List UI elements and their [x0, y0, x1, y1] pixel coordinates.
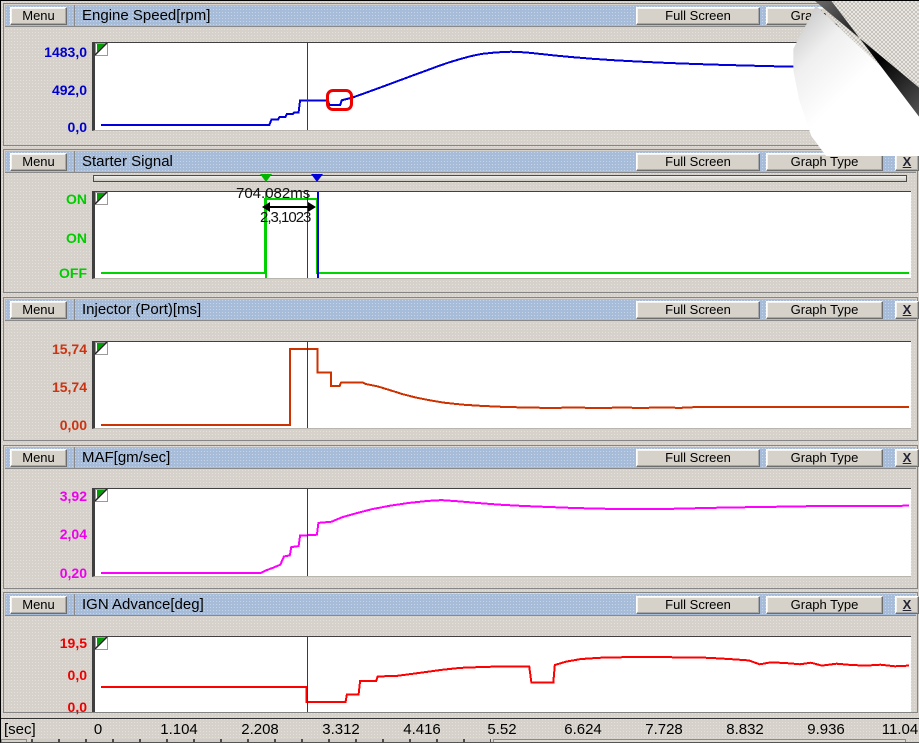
panel-title: IGN Advance[deg]: [82, 594, 204, 616]
time-cursor-line[interactable]: [307, 43, 308, 130]
panel-header: Menu Starter Signal Full Screen Graph Ty…: [5, 151, 916, 173]
graph-type-button[interactable]: Graph Type: [766, 301, 883, 319]
panel-ign-advance: Menu IGN Advance[deg] Full Screen Graph …: [3, 592, 918, 713]
engine-speed-plot-area[interactable]: [92, 42, 911, 131]
y-axis-label-max: 3,92: [8, 488, 87, 504]
time-tick: 0: [94, 721, 102, 738]
menu-button[interactable]: Menu: [10, 449, 67, 467]
y-axis-label-mid: 2,04: [8, 526, 87, 542]
time-tick: 7.728: [645, 721, 683, 738]
panel-title: Starter Signal: [82, 151, 173, 173]
full-screen-button[interactable]: Full Screen: [636, 7, 760, 25]
panel-title: Engine Speed[rpm]: [82, 5, 210, 27]
panel-header: Menu IGN Advance[deg] Full Screen Graph …: [5, 594, 916, 616]
marker-flag-icon: [95, 192, 108, 205]
time-tick: 4.416: [403, 721, 441, 738]
time-axis-unit: [sec]: [4, 721, 36, 738]
time-cursor-line[interactable]: [307, 637, 308, 712]
panel-injector: Menu Injector (Port)[ms] Full Screen Gra…: [3, 297, 918, 441]
header-divider: [74, 594, 75, 616]
scrollbar-ruler-ticks: [31, 739, 491, 743]
starter-signal-plot-area[interactable]: [92, 191, 911, 279]
y-axis-label-min: 0,20: [8, 565, 87, 581]
highlight-marker-box: [326, 89, 353, 111]
injector-plot-area[interactable]: [92, 341, 911, 429]
injector-trace: [95, 342, 909, 430]
range-scrollbar[interactable]: [93, 175, 907, 182]
close-button[interactable]: X: [895, 301, 919, 319]
panel-title: MAF[gm/sec]: [82, 447, 170, 469]
marker-flag-icon: [95, 637, 108, 650]
scrollbar-groove[interactable]: [493, 739, 906, 743]
y-axis-label-max: 15,74: [8, 341, 87, 357]
time-cursor-line[interactable]: [307, 489, 308, 576]
menu-button[interactable]: Menu: [10, 153, 67, 171]
y-axis-label-max: 19,5: [8, 635, 87, 651]
diagnostic-graph-window: Menu Engine Speed[rpm] Full Screen Graph…: [0, 0, 919, 743]
graph-type-button[interactable]: Graph Type: [766, 153, 883, 171]
ign-advance-plot-area[interactable]: [92, 636, 911, 712]
cursor-values-label: 2,3,1023: [260, 209, 310, 226]
graph-type-button[interactable]: Graph Type: [766, 449, 883, 467]
panel-title: Injector (Port)[ms]: [82, 299, 201, 321]
y-axis-label-min: 0,0: [8, 699, 87, 715]
range-end-cursor-line[interactable]: [317, 192, 319, 278]
time-tick: 3.312: [322, 721, 360, 738]
scrollbar-nub[interactable]: [1, 739, 27, 743]
time-tick: 6.624: [564, 721, 602, 738]
menu-button[interactable]: Menu: [10, 301, 67, 319]
ign-advance-trace: [95, 637, 909, 713]
graph-type-button[interactable]: Graph Type: [766, 596, 883, 614]
panel-starter-signal: Menu Starter Signal Full Screen Graph Ty…: [3, 149, 918, 293]
pulse-duration-label: 704.082ms: [236, 185, 310, 202]
time-axis: [sec] 0 1.104 2.208 3.312 4.416 5.52 6.6…: [1, 718, 919, 739]
panel-engine-speed: Menu Engine Speed[rpm] Full Screen Graph…: [3, 3, 918, 146]
range-end-marker[interactable]: [311, 174, 323, 182]
close-button[interactable]: X: [895, 596, 919, 614]
y-axis-label-mid: 15,74: [8, 379, 87, 395]
time-tick: 8.832: [726, 721, 764, 738]
graph-type-button[interactable]: Graph Type: [766, 7, 883, 25]
full-screen-button[interactable]: Full Screen: [636, 153, 760, 171]
header-divider: [74, 5, 75, 27]
time-tick: 1.104: [160, 721, 198, 738]
engine-speed-trace: [95, 43, 909, 132]
marker-flag-icon: [95, 489, 108, 502]
range-start-marker[interactable]: [260, 174, 272, 182]
close-button[interactable]: X: [895, 153, 919, 171]
time-tick: 11.04: [882, 721, 918, 738]
y-axis-label-min: 0,0: [8, 119, 87, 135]
panel-header: Menu Engine Speed[rpm] Full Screen Graph…: [5, 5, 916, 27]
panel-header: Menu Injector (Port)[ms] Full Screen Gra…: [5, 299, 916, 321]
bottom-scrollbar[interactable]: [1, 739, 919, 743]
y-axis-label-max: 1483,0: [8, 44, 87, 60]
time-cursor-line[interactable]: [307, 342, 308, 428]
time-tick: 9.936: [807, 721, 845, 738]
y-axis-label-mid: ON: [8, 230, 87, 246]
panel-header: Menu MAF[gm/sec] Full Screen Graph Type …: [5, 447, 916, 469]
maf-trace: [95, 489, 909, 578]
time-tick: 2.208: [241, 721, 279, 738]
maf-plot-area[interactable]: [92, 488, 911, 577]
header-divider: [74, 151, 75, 173]
time-tick: 5.52: [487, 721, 516, 738]
menu-button[interactable]: Menu: [10, 596, 67, 614]
y-axis-label-max: ON: [8, 191, 87, 207]
full-screen-button[interactable]: Full Screen: [636, 449, 760, 467]
marker-flag-icon: [95, 342, 108, 355]
menu-button[interactable]: Menu: [10, 7, 67, 25]
header-divider: [74, 447, 75, 469]
marker-flag-icon: [95, 43, 108, 56]
starter-signal-trace: [95, 192, 909, 280]
y-axis-label-min: OFF: [8, 265, 87, 281]
close-button[interactable]: X: [895, 449, 919, 467]
panel-maf: Menu MAF[gm/sec] Full Screen Graph Type …: [3, 445, 918, 589]
close-button[interactable]: X: [895, 7, 919, 25]
y-axis-label-min: 0,00: [8, 417, 87, 433]
y-axis-label-mid: 492,0: [8, 82, 87, 98]
full-screen-button[interactable]: Full Screen: [636, 596, 760, 614]
y-axis-label-mid: 0,0: [8, 667, 87, 683]
full-screen-button[interactable]: Full Screen: [636, 301, 760, 319]
header-divider: [74, 299, 75, 321]
